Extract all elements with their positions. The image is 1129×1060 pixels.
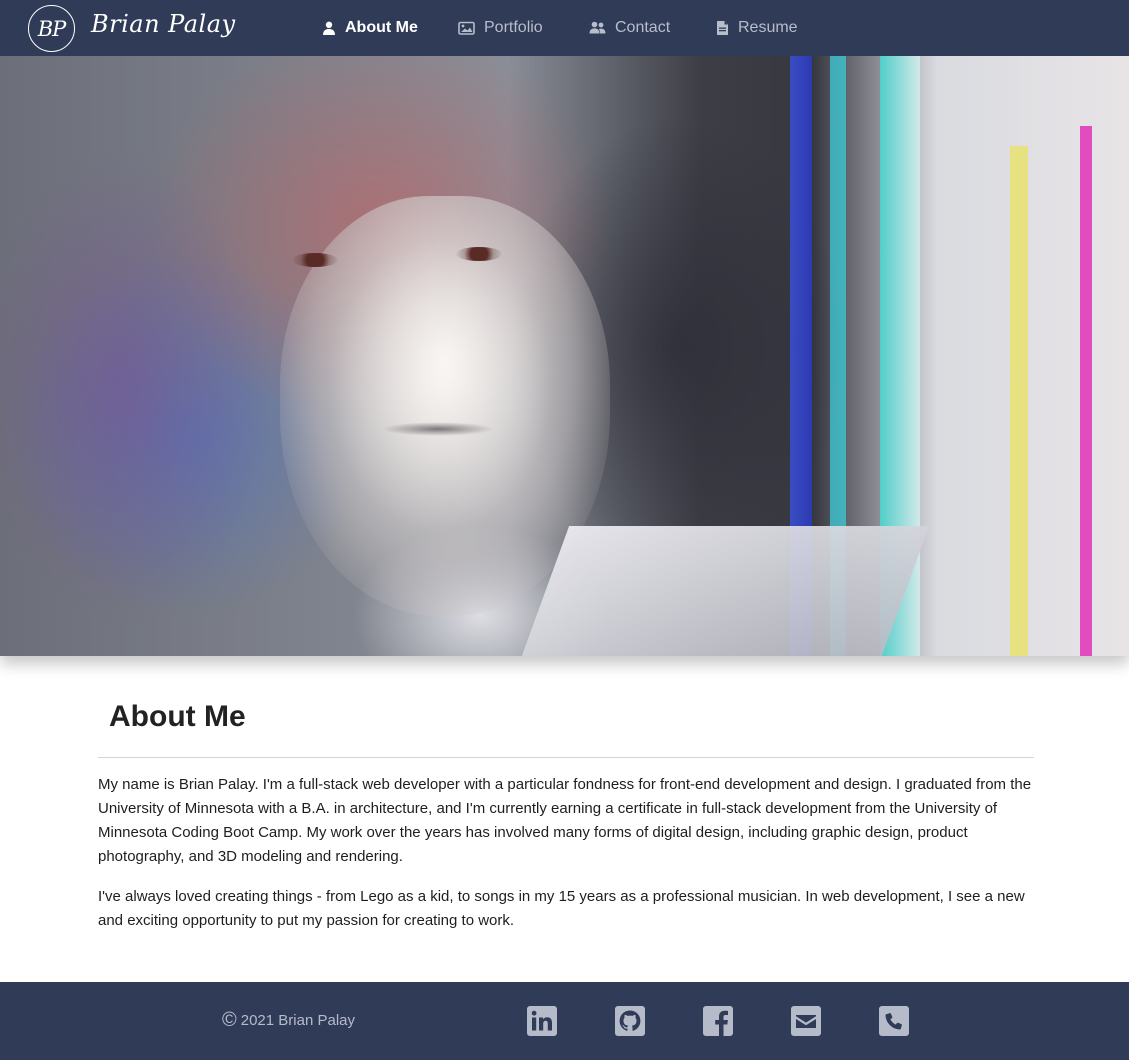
title-divider — [98, 757, 1034, 758]
hero-eye-right — [456, 247, 502, 261]
copyright-label: 2021 Brian Palay — [240, 1011, 355, 1029]
nav-contact-label: Contact — [615, 19, 671, 36]
email-icon[interactable] — [791, 1006, 821, 1036]
hero-hair-shape — [0, 56, 320, 656]
hero-door-frame-yellow — [1010, 146, 1028, 656]
hero-shirt-collar — [510, 526, 930, 656]
document-icon — [717, 21, 728, 35]
nav-contact[interactable]: Contact — [589, 0, 670, 56]
person-icon — [323, 21, 335, 35]
about-paragraph-2: I've always loved creating things - from… — [98, 888, 1025, 929]
hero-mouth — [382, 422, 494, 436]
facebook-icon[interactable] — [703, 1006, 733, 1036]
page-title: About Me — [109, 700, 246, 733]
github-icon[interactable] — [615, 1006, 645, 1036]
nav-resume[interactable]: Resume — [716, 0, 798, 56]
brand-name[interactable]: Brian Palay — [91, 10, 236, 38]
people-icon — [589, 21, 606, 34]
logo-monogram[interactable]: BP — [28, 5, 75, 52]
phone-icon[interactable] — [879, 1006, 909, 1036]
hero-door-frame-magenta — [1080, 126, 1092, 656]
navbar: BP Brian Palay About Me Portfolio Contac… — [0, 0, 1129, 56]
nav-portfolio-label: Portfolio — [484, 19, 543, 36]
hero-portrait-image — [0, 56, 1129, 656]
image-icon — [458, 21, 475, 35]
about-paragraph-1: My name is Brian Palay. I'm a full-stack… — [98, 776, 1032, 865]
footer — [0, 982, 1129, 1060]
nav-about-me[interactable]: About Me — [322, 0, 418, 56]
copyright-icon: © — [222, 1009, 237, 1031]
hero-eye-left — [292, 253, 338, 267]
nav-portfolio[interactable]: Portfolio — [458, 0, 543, 56]
copyright-text: © 2021 Brian Palay — [222, 1010, 355, 1030]
nav-resume-label: Resume — [738, 19, 798, 36]
nav-about-me-label: About Me — [345, 19, 418, 36]
linkedin-icon[interactable] — [527, 1006, 557, 1036]
